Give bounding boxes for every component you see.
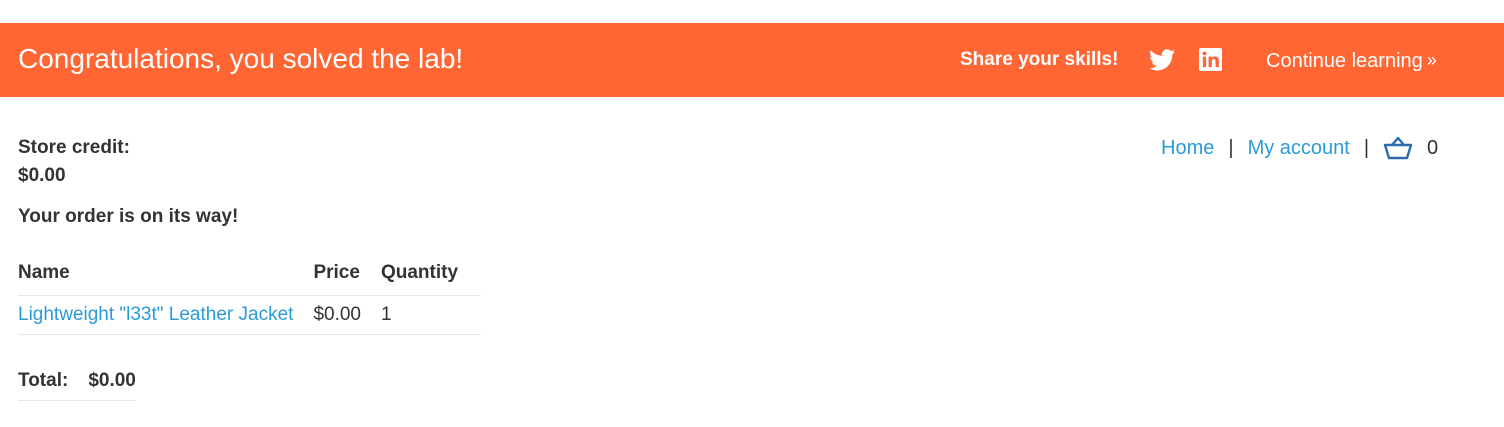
- column-header-quantity: Quantity: [380, 257, 481, 296]
- order-status-message: Your order is on its way!: [18, 206, 239, 227]
- product-name-cell: Lightweight "l33t" Leather Jacket: [18, 295, 314, 335]
- nav-separator: |: [1228, 137, 1234, 159]
- table-header-row: Name Price Quantity: [18, 257, 481, 296]
- lab-solved-banner: Congratulations, you solved the lab! Sha…: [0, 23, 1504, 97]
- store-credit-label: Store credit:: [18, 137, 130, 158]
- share-skills-label: Share your skills!: [960, 49, 1119, 70]
- continue-learning-label: Continue learning: [1266, 50, 1423, 72]
- twitter-icon[interactable]: [1149, 49, 1175, 71]
- linkedin-icon[interactable]: [1199, 48, 1222, 71]
- product-link[interactable]: Lightweight "l33t" Leather Jacket: [18, 304, 293, 325]
- my-account-link[interactable]: My account: [1248, 135, 1350, 161]
- column-header-name: Name: [18, 257, 314, 296]
- double-chevron-right-icon: »: [1426, 50, 1437, 70]
- total-label: Total:: [18, 370, 69, 391]
- store-credit-value: $0.00: [18, 165, 66, 186]
- product-quantity-cell: 1: [380, 295, 481, 335]
- total-value: $0.00: [88, 370, 136, 391]
- top-navigation: Home | My account | 0: [1161, 135, 1438, 161]
- table-row: Lightweight "l33t" Leather Jacket $0.00 …: [18, 295, 481, 335]
- cart-count: 0: [1427, 137, 1439, 159]
- order-total: Total: $0.00: [18, 369, 136, 401]
- order-table: Name Price Quantity Lightweight "l33t" L…: [18, 257, 481, 335]
- banner-title: Congratulations, you solved the lab!: [18, 43, 464, 74]
- column-header-price: Price: [313, 257, 381, 296]
- product-price-cell: $0.00: [313, 295, 381, 335]
- basket-icon[interactable]: [1383, 136, 1413, 160]
- continue-learning-link[interactable]: Continue learning»: [1266, 48, 1437, 73]
- nav-separator: |: [1363, 137, 1370, 159]
- home-link[interactable]: Home: [1161, 135, 1214, 161]
